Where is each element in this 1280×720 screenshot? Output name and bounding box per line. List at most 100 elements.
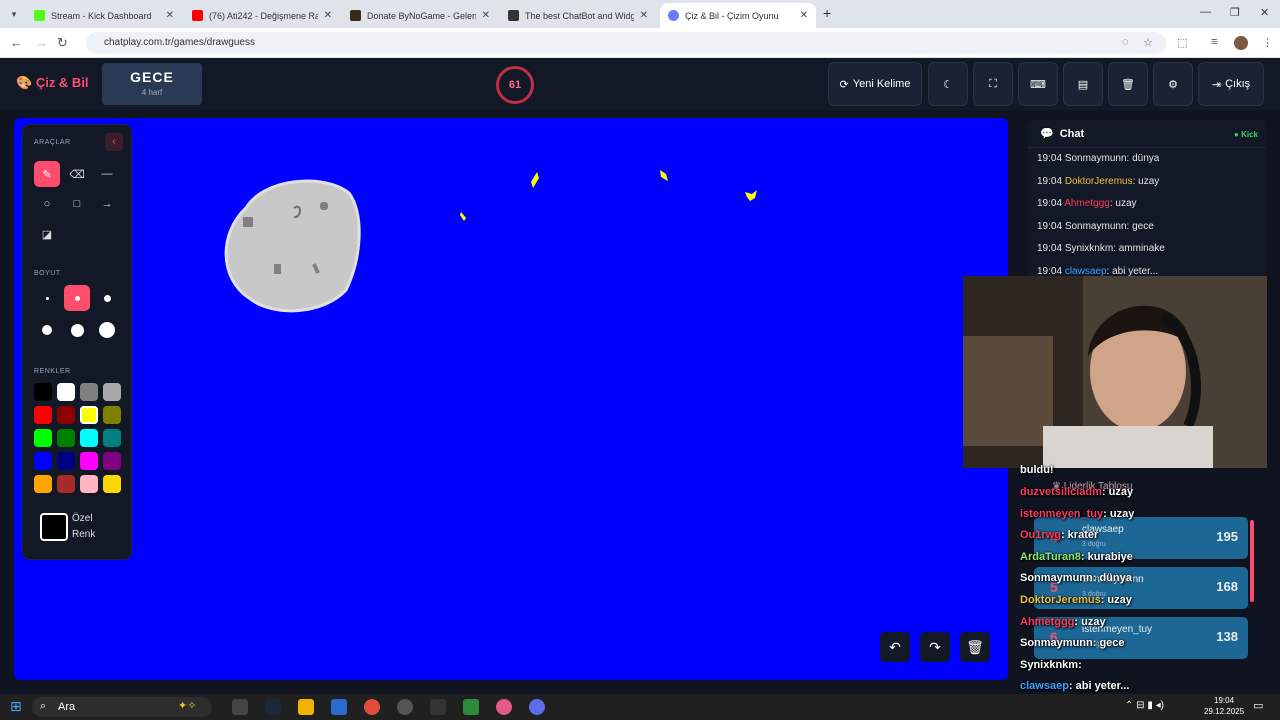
profile-avatar[interactable] bbox=[1234, 36, 1248, 50]
color-swatch[interactable] bbox=[34, 429, 52, 447]
url-field[interactable]: chatplay.com.tr/games/drawguess bbox=[86, 32, 1166, 54]
collapse-panel-button[interactable]: ‹ bbox=[105, 133, 123, 151]
settings-button[interactable]: ⚙ bbox=[1153, 62, 1193, 106]
eye-off-icon[interactable]: ◌ bbox=[1122, 36, 1129, 48]
tab-search-icon[interactable]: ▾ bbox=[6, 6, 22, 22]
close-icon[interactable]: ✕ bbox=[482, 10, 490, 21]
browser-tab[interactable]: Donate ByNoGame - Gelen/Gi ✕ bbox=[342, 3, 498, 28]
window-close-icon[interactable]: ✕ bbox=[1260, 6, 1269, 19]
clear-canvas-button[interactable]: 🗑 bbox=[960, 632, 990, 662]
windows-start-icon[interactable]: ⊞ bbox=[10, 698, 22, 715]
theme-toggle-button[interactable]: ☾ bbox=[928, 62, 968, 106]
extensions-icon[interactable]: ⬚ bbox=[1177, 36, 1187, 49]
size-option-1[interactable] bbox=[34, 285, 60, 311]
drawn-moon bbox=[224, 179, 361, 313]
drawing-canvas[interactable] bbox=[14, 118, 1008, 680]
arrow-tool[interactable]: → bbox=[94, 191, 120, 217]
discord-icon[interactable] bbox=[529, 699, 545, 715]
chat-message-user[interactable]: DoktorJeremus bbox=[1065, 176, 1133, 187]
fullscreen-button[interactable]: ⛶ bbox=[973, 62, 1013, 106]
color-swatch[interactable] bbox=[57, 475, 75, 493]
keyboard-button[interactable]: ⌨ bbox=[1018, 62, 1058, 106]
color-swatch[interactable] bbox=[57, 429, 75, 447]
archive-button[interactable]: ▤ bbox=[1063, 62, 1103, 106]
color-swatch[interactable] bbox=[80, 475, 98, 493]
reload-icon[interactable]: ↻ bbox=[57, 35, 68, 51]
obs-icon[interactable] bbox=[397, 699, 413, 715]
brush-tool[interactable]: ✎ bbox=[34, 161, 60, 187]
size-option-6[interactable] bbox=[94, 317, 120, 343]
size-dot bbox=[103, 294, 111, 302]
browser-tab[interactable]: The best ChatBot and Widgets ✕ bbox=[500, 3, 656, 28]
chat-message-user[interactable]: clawsaep bbox=[1065, 266, 1107, 277]
eraser-tool[interactable]: ⌫ bbox=[64, 161, 90, 187]
app-icon[interactable] bbox=[463, 699, 479, 715]
size-option-2[interactable] bbox=[64, 285, 90, 311]
color-swatch[interactable] bbox=[34, 452, 52, 470]
color-swatch[interactable] bbox=[103, 452, 121, 470]
delete-button[interactable]: 🗑 bbox=[1108, 62, 1148, 106]
kick-favicon-icon bbox=[34, 10, 45, 21]
color-swatch[interactable] bbox=[103, 429, 121, 447]
chat-message-user[interactable]: Sonmaymunn bbox=[1065, 153, 1127, 164]
color-swatch[interactable] bbox=[34, 406, 52, 424]
browser-tab-active[interactable]: Çiz & Bil - Çizim Oyunu ✕ bbox=[660, 3, 816, 28]
app-icon[interactable] bbox=[496, 699, 512, 715]
rectangle-tool[interactable]: □ bbox=[64, 191, 90, 217]
color-swatch[interactable] bbox=[103, 383, 121, 401]
close-icon[interactable]: ✕ bbox=[324, 10, 332, 21]
star-icon[interactable]: ☆ bbox=[1143, 36, 1153, 49]
fullscreen-icon: ⛶ bbox=[989, 77, 997, 90]
chrome-icon[interactable] bbox=[364, 699, 380, 715]
line-tool[interactable]: — bbox=[94, 161, 120, 187]
close-icon[interactable]: ✕ bbox=[800, 10, 808, 21]
taskbar-search[interactable]: ⌕ Ara ✦✧ bbox=[32, 697, 212, 717]
chat-message-user[interactable]: Ahmetggg bbox=[1064, 198, 1110, 209]
color-swatch[interactable] bbox=[57, 406, 75, 424]
color-swatch[interactable] bbox=[80, 383, 98, 401]
new-word-button[interactable]: ⟳ Yeni Kelime bbox=[828, 62, 922, 106]
exit-button[interactable]: ⇥ Çıkış bbox=[1198, 62, 1264, 106]
task-view-icon[interactable] bbox=[232, 699, 248, 715]
store-icon[interactable] bbox=[331, 699, 347, 715]
browser-tab[interactable]: (76) Ati242 - Değişmene Ra ✕ bbox=[184, 3, 340, 28]
chat-message-text: : uzay bbox=[1132, 175, 1160, 187]
chat-message-user[interactable]: Sonmaymunn bbox=[1065, 221, 1127, 232]
restore-icon[interactable]: ❐ bbox=[1230, 6, 1240, 19]
color-swatch[interactable] bbox=[103, 475, 121, 493]
size-option-4[interactable] bbox=[34, 317, 60, 343]
redo-button[interactable]: ↷ bbox=[920, 632, 950, 662]
custom-color-button[interactable] bbox=[40, 513, 68, 541]
fill-tool[interactable]: ◪ bbox=[34, 221, 60, 247]
color-swatch[interactable] bbox=[57, 452, 75, 470]
notification-icon[interactable]: ▭ bbox=[1253, 699, 1263, 712]
new-tab-icon[interactable]: + bbox=[823, 5, 831, 21]
color-swatch[interactable] bbox=[103, 406, 121, 424]
file-explorer-icon[interactable] bbox=[298, 699, 314, 715]
back-icon[interactable]: ← bbox=[10, 35, 23, 50]
leaderboard-scrollbar[interactable] bbox=[1250, 520, 1254, 602]
app-header: 🎨 Çiz & Bil GECE 4 harf 61 ⟳ Yeni Kelime… bbox=[0, 58, 1280, 110]
chat-message-user[interactable]: Synixknkm bbox=[1065, 243, 1113, 254]
size-option-5[interactable] bbox=[64, 317, 90, 343]
menu-icon[interactable]: ⋮ bbox=[1262, 36, 1273, 49]
color-swatch[interactable] bbox=[80, 452, 98, 470]
color-swatch[interactable] bbox=[80, 406, 98, 424]
color-swatch[interactable] bbox=[34, 475, 52, 493]
steam-icon[interactable] bbox=[265, 699, 281, 715]
undo-button[interactable]: ↶ bbox=[880, 632, 910, 662]
close-icon[interactable]: ✕ bbox=[640, 10, 648, 21]
brand-logo[interactable]: 🎨 Çiz & Bil bbox=[16, 75, 89, 91]
color-swatch[interactable] bbox=[34, 383, 52, 401]
color-swatch[interactable] bbox=[57, 383, 75, 401]
close-icon[interactable]: ✕ bbox=[166, 10, 174, 21]
system-tray-icons[interactable]: ⌃ ⊟ ▮ ◂) bbox=[1125, 700, 1164, 711]
color-swatch[interactable] bbox=[80, 429, 98, 447]
size-option-3[interactable] bbox=[94, 285, 120, 311]
media-icon[interactable]: ≡ bbox=[1211, 36, 1217, 48]
minimize-icon[interactable]: — bbox=[1200, 6, 1211, 18]
epic-games-icon[interactable] bbox=[430, 699, 446, 715]
browser-tab[interactable]: Stream - Kick Dashboard ✕ bbox=[26, 3, 182, 28]
forward-icon[interactable]: → bbox=[35, 35, 48, 50]
circle-tool[interactable]: ○ bbox=[34, 191, 60, 217]
